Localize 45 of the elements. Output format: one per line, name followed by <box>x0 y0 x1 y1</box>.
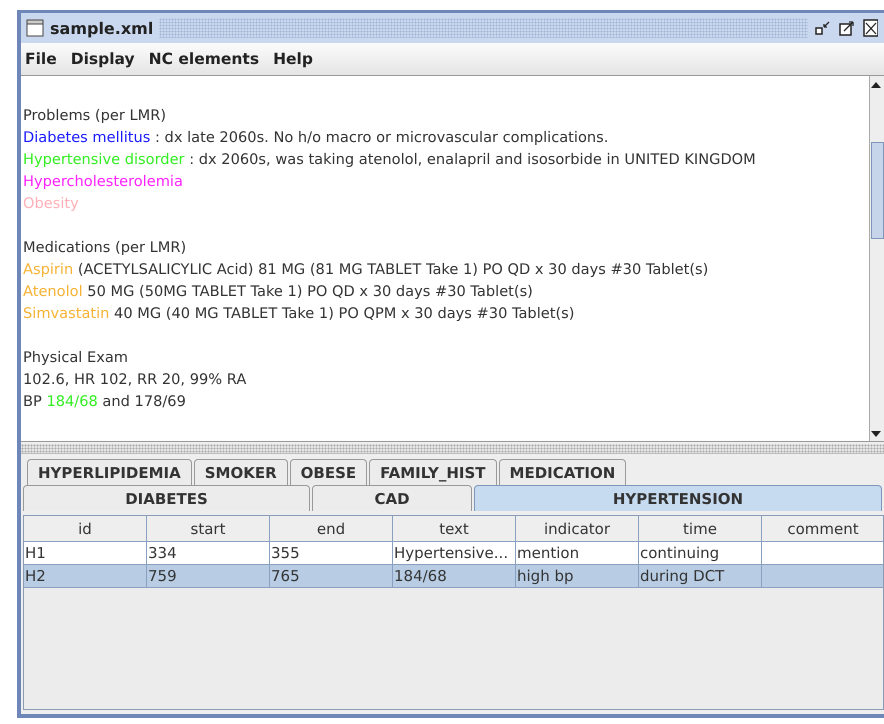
column-header[interactable]: end <box>270 516 393 542</box>
table-cell: 184/68 <box>394 567 447 585</box>
tab[interactable]: FAMILY_HIST <box>369 459 497 485</box>
table-cell: 355 <box>271 544 300 562</box>
table-cell: 334 <box>148 544 177 562</box>
text-line: Simvastatin 40 MG (40 MG TABLET Take 1) PO QPM x 30 days #30 Tablet(s) <box>23 305 574 322</box>
table-cell: during DCT <box>640 567 724 585</box>
menu-item[interactable]: Display <box>70 50 135 68</box>
text-line: Aspirin (ACETYLSALICYLIC Acid) 81 MG (81 MG TABLET Take 1) PO QD x 30 days #30 Tablet(s) <box>23 261 708 278</box>
tab[interactable]: SMOKER <box>194 459 288 485</box>
text-line: Diabetes mellitus : dx late 2060s. No h/o macro or microvascular complications. <box>23 129 608 146</box>
menu-item[interactable]: Help <box>273 50 313 68</box>
section-heading: Problems (per LMR) <box>23 107 166 124</box>
column-header[interactable]: id <box>24 516 147 542</box>
table-cell: H1 <box>25 544 46 562</box>
table-cell: 765 <box>271 567 300 585</box>
menu-item[interactable]: File <box>25 50 57 68</box>
section-heading: Physical Exam <box>23 349 128 366</box>
table-row[interactable]: H1 334 355 Hypertensive... mention continuing <box>24 542 883 565</box>
tab[interactable]: HYPERLIPIDEMIA <box>27 459 192 485</box>
tab[interactable]: CAD <box>312 485 472 511</box>
text-line: Atenolol 50 MG (50MG TABLET Take 1) PO QD x 30 days #30 Tablet(s) <box>23 283 533 300</box>
section-heading: Medications (per LMR) <box>23 239 186 256</box>
text-line: Hypertensive disorder : dx 2060s, was taking atenolol, enalapril and isosorbide in UNITED KINGDOM <box>23 151 756 168</box>
table-row[interactable]: H2 759 765 184/68 high bp during DCT <box>24 565 883 588</box>
table-cell: continuing <box>640 544 720 562</box>
text-line: 102.6, HR 102, RR 20, 99% RA <box>23 371 246 388</box>
text-line: Obesity <box>23 195 79 212</box>
column-header[interactable]: start <box>147 516 270 542</box>
table-cell: H2 <box>25 567 46 585</box>
table-cell: mention <box>517 544 580 562</box>
table-cell: high bp <box>517 567 574 585</box>
text-line: Hypercholesterolemia <box>23 173 183 190</box>
table-cell: Hypertensive... <box>394 544 508 562</box>
menu-item[interactable]: NC elements <box>148 50 260 68</box>
tab[interactable]: HYPERTENSION <box>474 485 882 511</box>
tab[interactable]: MEDICATION <box>498 459 626 485</box>
column-header[interactable]: time <box>639 516 762 542</box>
tab[interactable]: OBESE <box>290 459 368 485</box>
tab[interactable]: DIABETES <box>23 485 310 511</box>
column-header[interactable]: indicator <box>516 516 639 542</box>
column-header[interactable]: text <box>393 516 516 542</box>
table-cell: 759 <box>148 567 177 585</box>
window-title: sample.xml <box>50 18 154 38</box>
text-line: BP 184/68 and 178/69 <box>23 393 186 410</box>
